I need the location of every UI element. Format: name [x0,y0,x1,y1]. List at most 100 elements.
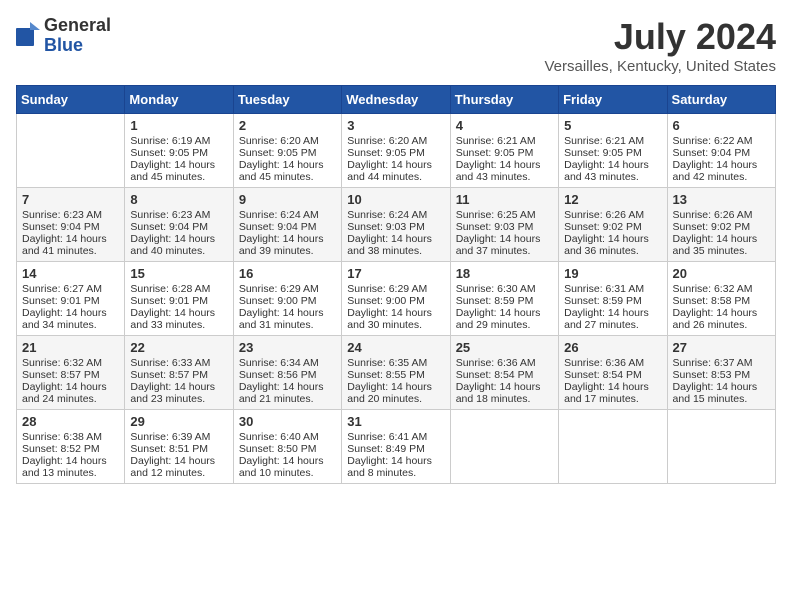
calendar-cell: 20Sunrise: 6:32 AMSunset: 8:58 PMDayligh… [667,262,775,336]
day-number: 9 [239,192,336,207]
day-number: 7 [22,192,119,207]
day-info: Daylight: 14 hours and 18 minutes. [456,381,553,405]
day-info: Sunset: 8:56 PM [239,369,336,381]
day-info: Sunrise: 6:28 AM [130,283,227,295]
day-info: Daylight: 14 hours and 29 minutes. [456,307,553,331]
logo-blue: Blue [44,36,111,56]
calendar-cell: 25Sunrise: 6:36 AMSunset: 8:54 PMDayligh… [450,336,558,410]
calendar-cell: 19Sunrise: 6:31 AMSunset: 8:59 PMDayligh… [559,262,667,336]
day-number: 14 [22,266,119,281]
day-info: Sunset: 9:05 PM [564,147,661,159]
day-info: Sunrise: 6:19 AM [130,135,227,147]
calendar-cell: 11Sunrise: 6:25 AMSunset: 9:03 PMDayligh… [450,188,558,262]
day-info: Sunset: 8:58 PM [673,295,770,307]
calendar-cell [17,114,125,188]
header: General Blue July 2024 Versailles, Kentu… [16,16,776,75]
day-number: 6 [673,118,770,133]
day-info: Sunrise: 6:32 AM [673,283,770,295]
calendar-cell: 4 Sunrise: 6:21 AMSunset: 9:05 PMDaylight… [450,114,558,188]
day-info: Daylight: 14 hours and 12 minutes. [130,455,227,479]
day-info: Sunset: 9:04 PM [130,221,227,233]
logo-general: General [44,16,111,36]
logo-text: General Blue [44,16,111,56]
day-info: Sunrise: 6:38 AM [22,431,119,443]
calendar-cell [667,410,775,484]
calendar-cell: 18Sunrise: 6:30 AMSunset: 8:59 PMDayligh… [450,262,558,336]
day-info: Sunset: 8:55 PM [347,369,444,381]
day-info: Sunrise: 6:21 AM [564,135,661,147]
calendar-cell: 2Sunrise: 6:20 AMSunset: 9:05 PMDaylight… [233,114,341,188]
day-number: 26 [564,340,661,355]
day-number: 3 [347,118,444,133]
day-info: Daylight: 14 hours and 43 minutes. [456,159,553,183]
day-number: 19 [564,266,661,281]
day-info: Daylight: 14 hours and 45 minutes. [130,159,227,183]
day-number: 1 [130,118,227,133]
calendar-cell: 13Sunrise: 6:26 AMSunset: 9:02 PMDayligh… [667,188,775,262]
logo-icon [16,22,40,50]
day-info: Sunrise: 6:26 AM [564,209,661,221]
day-number: 13 [673,192,770,207]
day-number: 2 [239,118,336,133]
day-number: 8 [130,192,227,207]
calendar-cell: 26Sunrise: 6:36 AMSunset: 8:54 PMDayligh… [559,336,667,410]
day-info: Daylight: 14 hours and 20 minutes. [347,381,444,405]
day-info: Daylight: 14 hours and 17 minutes. [564,381,661,405]
day-info: Daylight: 14 hours and 44 minutes. [347,159,444,183]
day-info: Sunrise: 6:24 AM [239,209,336,221]
day-info: Sunrise: 6:37 AM [673,357,770,369]
day-number: 21 [22,340,119,355]
month-title: July 2024 [544,16,776,58]
day-info: Daylight: 14 hours and 13 minutes. [22,455,119,479]
day-info: Sunrise: 6:39 AM [130,431,227,443]
day-info: Daylight: 14 hours and 33 minutes. [130,307,227,331]
day-info: Sunrise: 6:23 AM [130,209,227,221]
day-info: Sunrise: 6:34 AM [239,357,336,369]
day-info: Sunset: 9:00 PM [239,295,336,307]
calendar-header-cell: Wednesday [342,86,450,114]
day-number: 10 [347,192,444,207]
day-info: Daylight: 14 hours and 39 minutes. [239,233,336,257]
day-info: Daylight: 14 hours and 8 minutes. [347,455,444,479]
calendar-cell: 22Sunrise: 6:33 AMSunset: 8:57 PMDayligh… [125,336,233,410]
calendar-header-cell: Thursday [450,86,558,114]
day-info: Sunrise: 6:25 AM [456,209,553,221]
calendar-week-row: 14Sunrise: 6:27 AMSunset: 9:01 PMDayligh… [17,262,776,336]
day-number: 5 [564,118,661,133]
calendar-header-cell: Monday [125,86,233,114]
calendar: SundayMondayTuesdayWednesdayThursdayFrid… [16,85,776,484]
day-info: Sunset: 8:54 PM [456,369,553,381]
day-number: 4 [456,118,553,133]
day-info: Sunset: 9:04 PM [22,221,119,233]
day-info: Sunset: 9:01 PM [22,295,119,307]
day-info: Sunrise: 6:29 AM [239,283,336,295]
day-info: Daylight: 14 hours and 31 minutes. [239,307,336,331]
day-info: Sunrise: 6:33 AM [130,357,227,369]
day-info: Sunrise: 6:35 AM [347,357,444,369]
day-number: 28 [22,414,119,429]
day-info: Sunrise: 6:29 AM [347,283,444,295]
calendar-cell: 28 Sunrise: 6:38 AMSunset: 8:52 PMDayligh… [17,410,125,484]
calendar-cell: 8Sunrise: 6:23 AMSunset: 9:04 PMDaylight… [125,188,233,262]
day-number: 31 [347,414,444,429]
day-info: Daylight: 14 hours and 26 minutes. [673,307,770,331]
day-number: 27 [673,340,770,355]
day-number: 12 [564,192,661,207]
day-info: Sunset: 8:52 PM [22,443,119,455]
calendar-cell: 17Sunrise: 6:29 AMSunset: 9:00 PMDayligh… [342,262,450,336]
calendar-cell: 9Sunrise: 6:24 AMSunset: 9:04 PMDaylight… [233,188,341,262]
day-info: Sunset: 9:04 PM [673,147,770,159]
day-number: 24 [347,340,444,355]
day-info: Sunset: 8:54 PM [564,369,661,381]
calendar-cell: 16Sunrise: 6:29 AMSunset: 9:00 PMDayligh… [233,262,341,336]
day-info: Sunrise: 6:24 AM [347,209,444,221]
calendar-cell: 30Sunrise: 6:40 AMSunset: 8:50 PMDayligh… [233,410,341,484]
calendar-week-row: 1Sunrise: 6:19 AMSunset: 9:05 PMDaylight… [17,114,776,188]
calendar-cell: 5Sunrise: 6:21 AMSunset: 9:05 PMDaylight… [559,114,667,188]
day-info: Sunset: 8:57 PM [130,369,227,381]
day-info: Sunset: 8:53 PM [673,369,770,381]
day-info: Sunset: 8:57 PM [22,369,119,381]
day-info: Sunrise: 6:21 AM [456,135,553,147]
day-info: Sunset: 9:05 PM [456,147,553,159]
calendar-week-row: 28Sunrise: 6:38 AMSunset: 8:52 PMDayligh… [17,410,776,484]
